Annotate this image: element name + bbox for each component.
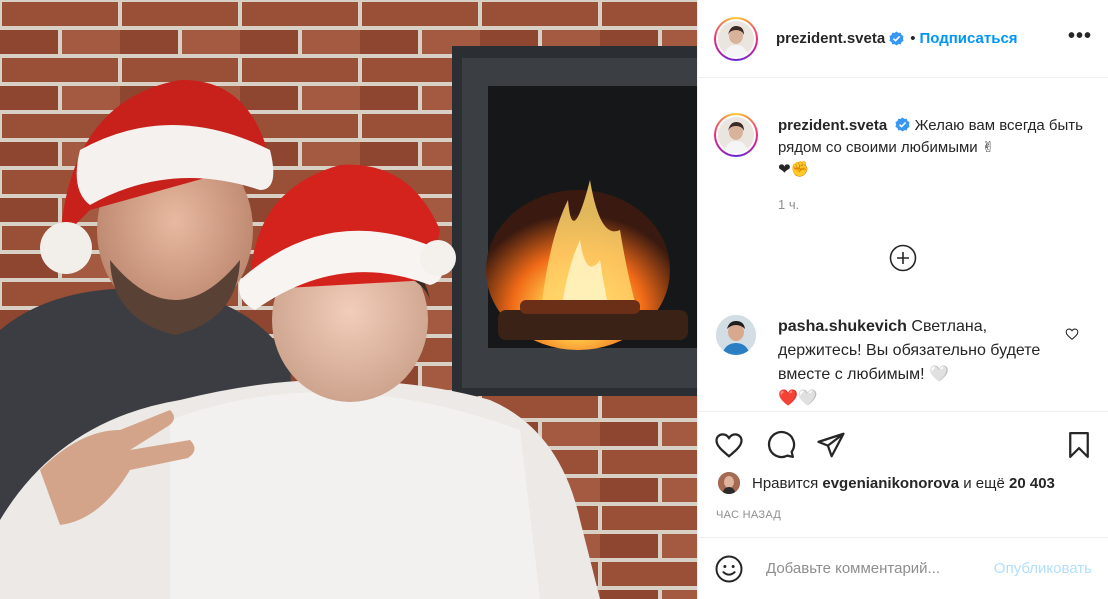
comment-item: pasha.shukevich Светлана, держитесь! Вы … (716, 315, 1091, 410)
author-avatar-image (718, 20, 754, 57)
commenter-username[interactable]: pasha.shukevich (778, 318, 907, 335)
comment-bubble-icon[interactable] (766, 430, 796, 460)
likes-count[interactable]: 20 403 (1009, 475, 1055, 492)
post-timestamp[interactable]: ЧАС НАЗАД (716, 509, 781, 521)
more-options-icon[interactable]: ••• (1068, 26, 1092, 52)
smiley-icon[interactable] (714, 554, 744, 584)
post-photo-illustration (0, 0, 697, 599)
caption-emoji: ❤✊ (778, 161, 810, 178)
action-bar (698, 411, 1108, 468)
plus-circle-icon[interactable] (889, 244, 917, 272)
verified-badge-icon (895, 117, 910, 132)
caption-author-avatar[interactable] (714, 113, 758, 157)
author-username[interactable]: prezident.sveta (776, 30, 885, 47)
post-photo[interactable] (0, 0, 697, 599)
heart-icon[interactable] (714, 430, 744, 460)
publish-button[interactable]: Опубликовать (994, 560, 1092, 577)
post-caption: prezident.sveta Желаю вам всегда быть ря… (714, 113, 1094, 212)
caption-time[interactable]: 1 ч. (778, 197, 1094, 212)
liked-by-username[interactable]: evgenianikonorova (822, 475, 959, 492)
post-details-panel: prezident.sveta • Подписаться ••• prezid… (697, 0, 1108, 599)
comment-like-heart-icon[interactable] (1065, 327, 1079, 341)
comment-emoji: ❤️🤍 (778, 390, 818, 407)
author-avatar[interactable] (714, 16, 758, 61)
verified-badge-icon (889, 31, 904, 46)
follow-button[interactable]: Подписаться (919, 30, 1017, 47)
instagram-post: prezident.sveta • Подписаться ••• prezid… (0, 0, 1108, 599)
liker-avatar[interactable] (718, 472, 740, 494)
header-separator: • (910, 30, 916, 47)
caption-body: prezident.sveta Желаю вам всегда быть ря… (778, 113, 1094, 181)
caption-username[interactable]: prezident.sveta (778, 117, 887, 134)
add-comment-bar: Опубликовать (698, 537, 1108, 599)
comments-section: prezident.sveta Желаю вам всегда быть ря… (698, 79, 1108, 410)
comment-input[interactable] (764, 559, 968, 578)
likes-middle: и ещё (963, 474, 1005, 492)
post-header: prezident.sveta • Подписаться ••• (698, 0, 1108, 78)
likes-summary: Нравится evgenianikonorova и ещё 20 403 (716, 470, 1055, 496)
paper-plane-icon[interactable] (816, 430, 846, 460)
commenter-avatar[interactable] (716, 315, 756, 355)
caption-author-avatar-image (718, 117, 754, 153)
likes-prefix: Нравится (752, 474, 819, 492)
bookmark-icon[interactable] (1064, 430, 1094, 460)
comment-body: pasha.shukevich Светлана, держитесь! Вы … (778, 315, 1048, 410)
